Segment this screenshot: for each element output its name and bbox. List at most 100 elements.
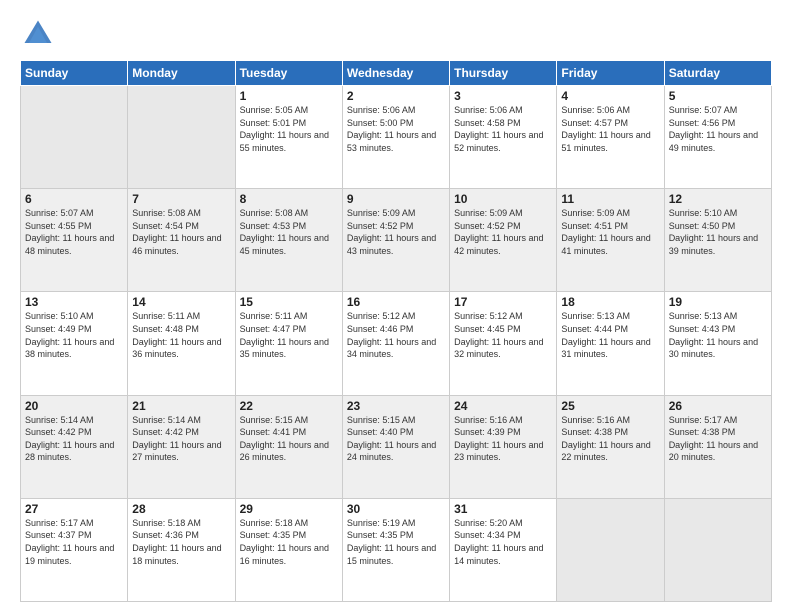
weekday-header-saturday: Saturday xyxy=(664,61,771,86)
day-number: 7 xyxy=(132,192,230,206)
calendar-cell: 27Sunrise: 5:17 AMSunset: 4:37 PMDayligh… xyxy=(21,498,128,601)
cell-content: Sunrise: 5:15 AMSunset: 4:40 PMDaylight:… xyxy=(347,414,445,464)
calendar-cell: 1Sunrise: 5:05 AMSunset: 5:01 PMDaylight… xyxy=(235,86,342,189)
day-number: 9 xyxy=(347,192,445,206)
calendar-cell: 26Sunrise: 5:17 AMSunset: 4:38 PMDayligh… xyxy=(664,395,771,498)
cell-content: Sunrise: 5:20 AMSunset: 4:34 PMDaylight:… xyxy=(454,517,552,567)
day-number: 27 xyxy=(25,502,123,516)
calendar-cell: 25Sunrise: 5:16 AMSunset: 4:38 PMDayligh… xyxy=(557,395,664,498)
cell-content: Sunrise: 5:19 AMSunset: 4:35 PMDaylight:… xyxy=(347,517,445,567)
calendar-cell: 12Sunrise: 5:10 AMSunset: 4:50 PMDayligh… xyxy=(664,189,771,292)
cell-content: Sunrise: 5:16 AMSunset: 4:39 PMDaylight:… xyxy=(454,414,552,464)
cell-content: Sunrise: 5:07 AMSunset: 4:55 PMDaylight:… xyxy=(25,207,123,257)
weekday-header-monday: Monday xyxy=(128,61,235,86)
logo xyxy=(20,16,60,52)
day-number: 16 xyxy=(347,295,445,309)
day-number: 21 xyxy=(132,399,230,413)
calendar-cell: 4Sunrise: 5:06 AMSunset: 4:57 PMDaylight… xyxy=(557,86,664,189)
cell-content: Sunrise: 5:11 AMSunset: 4:47 PMDaylight:… xyxy=(240,310,338,360)
header xyxy=(20,16,772,52)
cell-content: Sunrise: 5:06 AMSunset: 4:57 PMDaylight:… xyxy=(561,104,659,154)
day-number: 3 xyxy=(454,89,552,103)
calendar-cell xyxy=(664,498,771,601)
calendar-week-1: 6Sunrise: 5:07 AMSunset: 4:55 PMDaylight… xyxy=(21,189,772,292)
cell-content: Sunrise: 5:18 AMSunset: 4:36 PMDaylight:… xyxy=(132,517,230,567)
cell-content: Sunrise: 5:07 AMSunset: 4:56 PMDaylight:… xyxy=(669,104,767,154)
day-number: 5 xyxy=(669,89,767,103)
calendar-cell: 20Sunrise: 5:14 AMSunset: 4:42 PMDayligh… xyxy=(21,395,128,498)
calendar-cell: 18Sunrise: 5:13 AMSunset: 4:44 PMDayligh… xyxy=(557,292,664,395)
cell-content: Sunrise: 5:12 AMSunset: 4:45 PMDaylight:… xyxy=(454,310,552,360)
cell-content: Sunrise: 5:05 AMSunset: 5:01 PMDaylight:… xyxy=(240,104,338,154)
day-number: 31 xyxy=(454,502,552,516)
day-number: 1 xyxy=(240,89,338,103)
cell-content: Sunrise: 5:09 AMSunset: 4:52 PMDaylight:… xyxy=(347,207,445,257)
day-number: 20 xyxy=(25,399,123,413)
day-number: 4 xyxy=(561,89,659,103)
calendar-cell xyxy=(557,498,664,601)
logo-icon xyxy=(20,16,56,52)
day-number: 18 xyxy=(561,295,659,309)
calendar-cell: 14Sunrise: 5:11 AMSunset: 4:48 PMDayligh… xyxy=(128,292,235,395)
calendar-cell: 5Sunrise: 5:07 AMSunset: 4:56 PMDaylight… xyxy=(664,86,771,189)
cell-content: Sunrise: 5:06 AMSunset: 5:00 PMDaylight:… xyxy=(347,104,445,154)
day-number: 25 xyxy=(561,399,659,413)
calendar-week-2: 13Sunrise: 5:10 AMSunset: 4:49 PMDayligh… xyxy=(21,292,772,395)
cell-content: Sunrise: 5:17 AMSunset: 4:38 PMDaylight:… xyxy=(669,414,767,464)
calendar-header-row: SundayMondayTuesdayWednesdayThursdayFrid… xyxy=(21,61,772,86)
day-number: 14 xyxy=(132,295,230,309)
weekday-header-friday: Friday xyxy=(557,61,664,86)
day-number: 23 xyxy=(347,399,445,413)
calendar-cell: 7Sunrise: 5:08 AMSunset: 4:54 PMDaylight… xyxy=(128,189,235,292)
cell-content: Sunrise: 5:16 AMSunset: 4:38 PMDaylight:… xyxy=(561,414,659,464)
calendar-cell: 21Sunrise: 5:14 AMSunset: 4:42 PMDayligh… xyxy=(128,395,235,498)
calendar-cell: 2Sunrise: 5:06 AMSunset: 5:00 PMDaylight… xyxy=(342,86,449,189)
cell-content: Sunrise: 5:09 AMSunset: 4:51 PMDaylight:… xyxy=(561,207,659,257)
calendar-cell: 30Sunrise: 5:19 AMSunset: 4:35 PMDayligh… xyxy=(342,498,449,601)
calendar-cell: 24Sunrise: 5:16 AMSunset: 4:39 PMDayligh… xyxy=(450,395,557,498)
cell-content: Sunrise: 5:13 AMSunset: 4:44 PMDaylight:… xyxy=(561,310,659,360)
weekday-header-sunday: Sunday xyxy=(21,61,128,86)
day-number: 12 xyxy=(669,192,767,206)
cell-content: Sunrise: 5:10 AMSunset: 4:50 PMDaylight:… xyxy=(669,207,767,257)
day-number: 24 xyxy=(454,399,552,413)
cell-content: Sunrise: 5:11 AMSunset: 4:48 PMDaylight:… xyxy=(132,310,230,360)
calendar-cell: 29Sunrise: 5:18 AMSunset: 4:35 PMDayligh… xyxy=(235,498,342,601)
calendar-cell: 13Sunrise: 5:10 AMSunset: 4:49 PMDayligh… xyxy=(21,292,128,395)
day-number: 2 xyxy=(347,89,445,103)
calendar-cell: 10Sunrise: 5:09 AMSunset: 4:52 PMDayligh… xyxy=(450,189,557,292)
calendar-cell: 28Sunrise: 5:18 AMSunset: 4:36 PMDayligh… xyxy=(128,498,235,601)
day-number: 22 xyxy=(240,399,338,413)
cell-content: Sunrise: 5:06 AMSunset: 4:58 PMDaylight:… xyxy=(454,104,552,154)
day-number: 13 xyxy=(25,295,123,309)
day-number: 19 xyxy=(669,295,767,309)
cell-content: Sunrise: 5:14 AMSunset: 4:42 PMDaylight:… xyxy=(132,414,230,464)
page: SundayMondayTuesdayWednesdayThursdayFrid… xyxy=(0,0,792,612)
day-number: 15 xyxy=(240,295,338,309)
calendar-week-3: 20 Sunrise: 5:14 AMSunset: 4:42 PMDayligh… xyxy=(21,395,772,498)
calendar-cell xyxy=(128,86,235,189)
calendar-week-4: 27Sunrise: 5:17 AMSunset: 4:37 PMDayligh… xyxy=(21,498,772,601)
calendar-cell: 31Sunrise: 5:20 AMSunset: 4:34 PMDayligh… xyxy=(450,498,557,601)
cell-content: Sunrise: 5:18 AMSunset: 4:35 PMDaylight:… xyxy=(240,517,338,567)
day-number: 17 xyxy=(454,295,552,309)
cell-content: Sunrise: 5:08 AMSunset: 4:54 PMDaylight:… xyxy=(132,207,230,257)
calendar-cell: 8Sunrise: 5:08 AMSunset: 4:53 PMDaylight… xyxy=(235,189,342,292)
calendar-cell: 22Sunrise: 5:15 AMSunset: 4:41 PMDayligh… xyxy=(235,395,342,498)
day-number: 28 xyxy=(132,502,230,516)
day-number: 30 xyxy=(347,502,445,516)
cell-content: Sunrise: 5:08 AMSunset: 4:53 PMDaylight:… xyxy=(240,207,338,257)
calendar-table: SundayMondayTuesdayWednesdayThursdayFrid… xyxy=(20,60,772,602)
weekday-header-wednesday: Wednesday xyxy=(342,61,449,86)
day-number: 11 xyxy=(561,192,659,206)
cell-content: Sunrise: 5:13 AMSunset: 4:43 PMDaylight:… xyxy=(669,310,767,360)
calendar-cell: 16Sunrise: 5:12 AMSunset: 4:46 PMDayligh… xyxy=(342,292,449,395)
calendar-cell xyxy=(21,86,128,189)
day-number: 26 xyxy=(669,399,767,413)
day-number: 6 xyxy=(25,192,123,206)
calendar-cell: 6Sunrise: 5:07 AMSunset: 4:55 PMDaylight… xyxy=(21,189,128,292)
calendar-cell: 9Sunrise: 5:09 AMSunset: 4:52 PMDaylight… xyxy=(342,189,449,292)
calendar-cell: 15Sunrise: 5:11 AMSunset: 4:47 PMDayligh… xyxy=(235,292,342,395)
day-number: 29 xyxy=(240,502,338,516)
cell-content: Sunrise: 5:17 AMSunset: 4:37 PMDaylight:… xyxy=(25,517,123,567)
